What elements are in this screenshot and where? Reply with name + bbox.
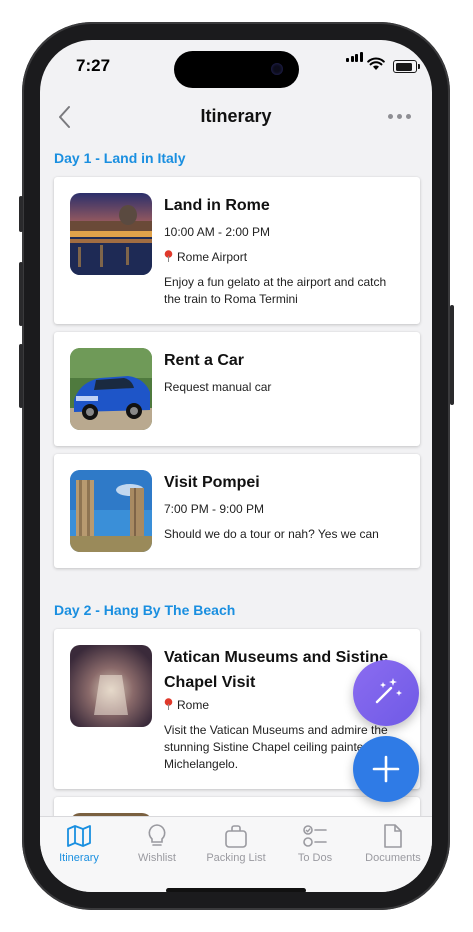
tab-wishlist[interactable]: Wishlist xyxy=(118,823,196,871)
item-note: Enjoy a fun gelato at the airport and ca… xyxy=(164,275,387,306)
location-pin-icon xyxy=(164,698,173,710)
item-location: Rome Airport xyxy=(164,249,406,266)
vatican-photo xyxy=(70,645,152,727)
action-button xyxy=(19,196,23,232)
navigation-bar: Itinerary xyxy=(40,96,432,140)
item-note: Should we do a tour or nah? Yes we can xyxy=(164,527,379,541)
itinerary-card-land-in-rome[interactable]: Land in Rome 10:00 AM - 2:00 PM Rome Air… xyxy=(54,177,420,324)
wifi-icon xyxy=(367,57,385,70)
tab-to-dos[interactable]: To Dos xyxy=(276,823,354,871)
itinerary-card-visit-pompei[interactable]: Visit Pompei 7:00 PM - 9:00 PM Should we… xyxy=(54,454,420,568)
car-photo xyxy=(70,348,152,430)
item-title: Rent a Car xyxy=(164,352,245,369)
item-location-text: Rome Airport xyxy=(177,250,248,264)
item-note: Request manual car xyxy=(164,380,272,394)
status-bar: 7:27 xyxy=(40,40,432,96)
item-title: Land in Rome xyxy=(164,197,270,214)
tab-label: Itinerary xyxy=(59,852,99,864)
day-section-title: Day 1 - Land in Italy xyxy=(54,150,186,166)
bag-icon xyxy=(225,825,247,848)
location-pin-icon xyxy=(164,250,173,262)
home-indicator xyxy=(166,888,306,892)
pompei-photo xyxy=(70,470,152,552)
document-icon xyxy=(384,824,402,848)
tab-label: Wishlist xyxy=(138,852,176,864)
tab-bar: Itinerary Wishlist Packing List To Dos D… xyxy=(40,816,432,892)
item-title: Visit Pompei xyxy=(164,474,260,491)
tab-itinerary[interactable]: Itinerary xyxy=(40,823,118,871)
magic-wand-icon xyxy=(375,678,402,704)
lightbulb-icon xyxy=(148,824,166,846)
day-section-title: Day 2 - Hang By The Beach xyxy=(54,602,236,618)
tab-label: Packing List xyxy=(206,852,266,864)
volume-up-button xyxy=(19,262,23,326)
page-title: Itinerary xyxy=(200,106,272,126)
status-time: 7:27 xyxy=(76,56,111,75)
ai-suggest-button[interactable] xyxy=(353,660,419,726)
plus-icon xyxy=(372,755,400,783)
tab-documents[interactable]: Documents xyxy=(354,823,432,871)
tab-label: Documents xyxy=(365,852,421,864)
tab-label: To Dos xyxy=(297,852,333,864)
tab-packing-list[interactable]: Packing List xyxy=(197,823,275,871)
rome-photo xyxy=(70,193,152,275)
itinerary-card-rent-a-car[interactable]: Rent a Car Request manual car xyxy=(54,332,420,446)
power-button xyxy=(450,305,454,405)
battery-icon xyxy=(393,60,420,73)
add-item-button[interactable] xyxy=(353,736,419,802)
volume-down-button xyxy=(19,344,23,408)
item-time: 10:00 AM - 2:00 PM xyxy=(164,225,271,239)
checklist-icon xyxy=(303,825,327,847)
map-icon xyxy=(67,825,91,847)
more-options-icon[interactable] xyxy=(388,114,412,120)
dynamic-island xyxy=(174,51,299,88)
camera-icon xyxy=(271,63,283,75)
item-time: 7:00 PM - 9:00 PM xyxy=(164,502,265,516)
item-location-text: Rome xyxy=(177,698,210,712)
app-screen: 7:27 Itinerary Day 1 - Land in Italy Lan… xyxy=(40,40,432,892)
